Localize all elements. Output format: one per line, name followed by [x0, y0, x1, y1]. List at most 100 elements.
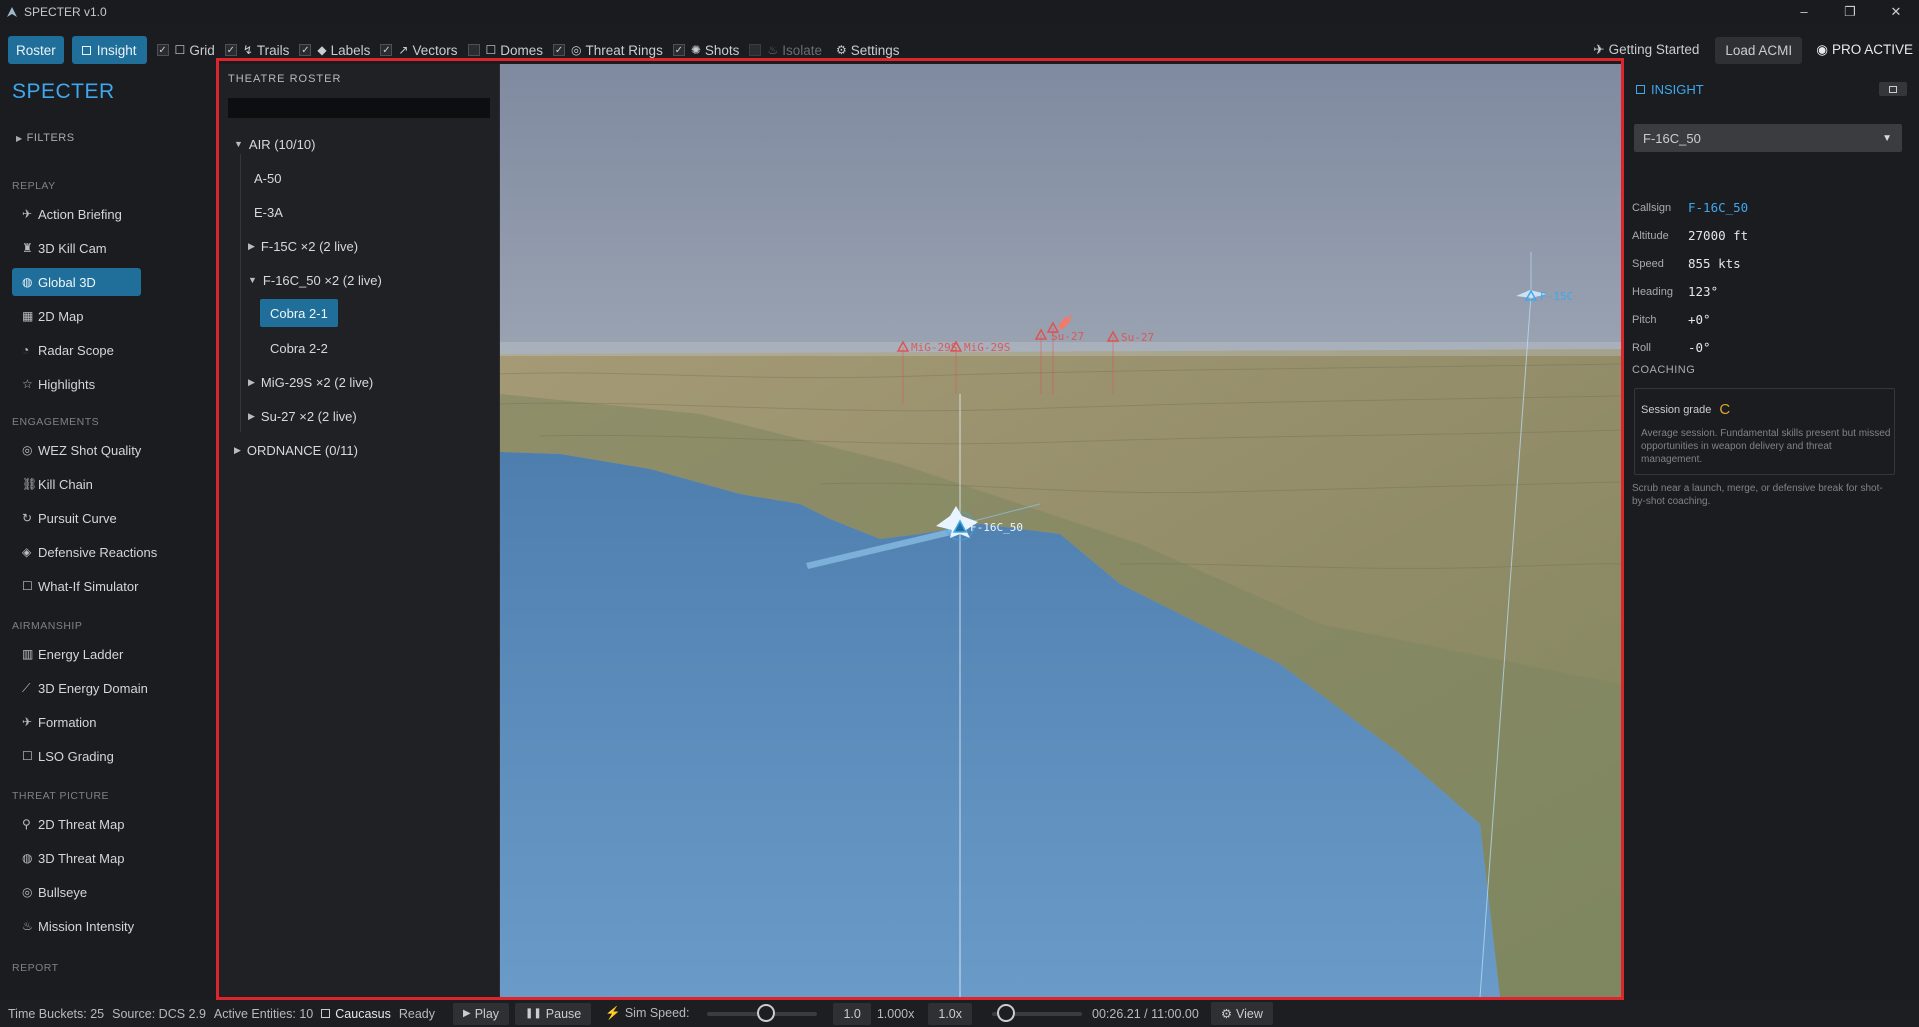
getting-started-link[interactable]: ✈ Getting Started [1593, 42, 1699, 58]
timeline-slider[interactable] [992, 1003, 1083, 1022]
view-button[interactable]: ⚙ View [1210, 1002, 1273, 1025]
roster-group-su27[interactable]: ▶ Su-27 ×2 (2 live) [248, 404, 357, 428]
filters-toggle[interactable]: ▶ FILTERS [16, 132, 75, 144]
maximize-button[interactable]: ❐ [1827, 4, 1873, 20]
nav-3d-energy-domain[interactable]: ⟋ 3D Energy Domain [12, 674, 158, 702]
roster-group-f15c[interactable]: ▶ F-15C ×2 (2 live) [248, 234, 358, 258]
nav-lso-grading[interactable]: ☐ LSO Grading [12, 742, 124, 770]
toggle-trails[interactable]: ✓ ↯ Trails [224, 42, 290, 58]
nav-label: Kill Chain [38, 476, 93, 492]
square-icon: ☐ [22, 579, 33, 593]
play-label: Play [474, 1006, 500, 1021]
settings-button[interactable]: ⚙ Settings [836, 43, 900, 58]
threat-rings-checkbox[interactable]: ✓ [553, 44, 566, 56]
minimize-button[interactable]: – [1781, 4, 1827, 20]
toggle-threat-rings[interactable]: ✓ ◎ Threat Rings [553, 43, 663, 58]
entity-select[interactable]: F-16C_50 ▼ [1634, 124, 1902, 152]
shots-checkbox[interactable]: ✓ [672, 44, 685, 56]
target-icon: ◎ [22, 443, 33, 457]
sim-speed-slider[interactable] [707, 1003, 818, 1022]
window-icon [1889, 85, 1897, 93]
session-grade: Session grade C [1641, 401, 1730, 418]
nav-3d-threat-map[interactable]: ◍ 3D Threat Map [12, 844, 134, 872]
chevron-right-icon: ▶ [16, 134, 23, 143]
toggle-labels-label: Labels [330, 42, 371, 58]
nav-bullseye[interactable]: ◎ Bullseye [12, 878, 97, 906]
trails-checkbox[interactable]: ✓ [224, 44, 237, 56]
grid-checkbox[interactable]: ✓ [156, 44, 169, 56]
coaching-title: COACHING [1632, 364, 1696, 376]
roster-item-a50[interactable]: A-50 [254, 166, 281, 190]
nav-radar-scope[interactable]: ◔ Radar Scope [12, 336, 124, 364]
close-button[interactable]: ✕ [1873, 4, 1919, 20]
shot-icon: ✺ [690, 43, 701, 57]
roster-button[interactable]: Roster [8, 36, 64, 64]
nav-global-3d[interactable]: ◍ Global 3D [12, 268, 141, 296]
vectors-checkbox[interactable]: ✓ [380, 44, 393, 56]
roster-search-input[interactable] [228, 98, 490, 118]
insight-button-label: Insight [96, 42, 137, 58]
nav-defensive-reactions[interactable]: ◈ Defensive Reactions [12, 538, 167, 566]
target-icon: ◎ [22, 885, 33, 899]
nav-2d-map[interactable]: ▦ 2D Map [12, 302, 94, 330]
load-acmi-button[interactable]: Load ACMI [1715, 36, 1803, 64]
roster-item-e3a[interactable]: E-3A [254, 200, 283, 224]
speed-preset-button[interactable]: 1.0x [928, 1002, 973, 1025]
sim-speed: ⚡ Sim Speed: [605, 1006, 689, 1021]
toggle-grid[interactable]: ✓ ☐ Grid [156, 43, 215, 58]
nav-energy-ladder[interactable]: ▥ Energy Ladder [12, 640, 133, 668]
nav-2d-threat-map[interactable]: ⚲ 2D Threat Map [12, 810, 134, 838]
toggle-shots[interactable]: ✓ ✺ Shots [672, 43, 739, 58]
nav-3d-kill-cam[interactable]: ♜ 3D Kill Cam [12, 234, 117, 262]
insight-button[interactable]: Insight [71, 36, 147, 64]
nav-pursuit-curve[interactable]: ↻ Pursuit Curve [12, 504, 127, 532]
nav-label: Defensive Reactions [38, 544, 158, 560]
source-info: Source: DCS 2.9 [112, 1006, 206, 1021]
theatre-roster-panel: THEATRE ROSTER ▼ AIR (10/10) A-50 E-3A ▶ F… [219, 64, 500, 997]
toggle-domes-label: Domes [500, 42, 544, 58]
labels-checkbox[interactable]: ✓ [299, 44, 312, 56]
nav-wez-shot-quality[interactable]: ◎ WEZ Shot Quality [12, 436, 151, 464]
roster-item-cobra-2-2[interactable]: Cobra 2-2 [270, 336, 328, 360]
roster-row-label: ORDNANCE (0/11) [246, 442, 358, 458]
nav-what-if-simulator[interactable]: ☐ What-If Simulator [12, 572, 148, 600]
nav-mission-intensity[interactable]: ♨ Mission Intensity [12, 912, 144, 940]
section-report: REPORT [12, 962, 59, 974]
toggle-trails-label: Trails [256, 42, 290, 58]
slider-knob[interactable] [756, 1003, 775, 1022]
toggle-domes[interactable]: ☐ Domes [467, 42, 544, 58]
roster-group-air[interactable]: ▼ AIR (10/10) [234, 132, 315, 156]
roster-group-ordnance[interactable]: ▶ ORDNANCE (0/11) [234, 438, 358, 462]
toggle-isolate-label: Isolate [782, 42, 822, 58]
toggle-threat-rings-label: Threat Rings [585, 42, 663, 58]
speed-value-input[interactable]: 1.0 [833, 1002, 871, 1025]
panel-collapse-button[interactable] [1879, 82, 1907, 96]
nav-action-briefing[interactable]: ✈ Action Briefing [12, 200, 132, 228]
roster-row-label: Cobra 2-1 [270, 305, 328, 321]
sky [500, 64, 1621, 354]
roster-group-mig29s[interactable]: ▶ MiG-29S ×2 (2 live) [248, 370, 373, 394]
roster-row-label: Su-27 ×2 (2 live) [260, 408, 357, 424]
insight-panel: INSIGHT F-16C_50 ▼ Callsign F-16C_50 Altit… [1624, 64, 1919, 997]
brand-logo: SPECTER [12, 80, 115, 103]
nav-formation[interactable]: ✈ Formation [12, 708, 107, 736]
roster-group-f16c[interactable]: ▼ F-16C_50 ×2 (2 live) [248, 268, 382, 292]
domes-checkbox[interactable] [467, 44, 480, 56]
slider-knob[interactable] [996, 1003, 1015, 1022]
toggle-labels[interactable]: ✓ ◆ Labels [299, 43, 370, 58]
roster-item-cobra-2-1[interactable]: Cobra 2-1 [260, 299, 338, 327]
gear-icon: ⚙ [835, 43, 847, 57]
nav-kill-chain[interactable]: ⛓ Kill Chain [12, 470, 103, 498]
pause-icon: ❚❚ [525, 1008, 542, 1019]
vector-icon: ↗ [398, 43, 409, 57]
nav-label: LSO Grading [38, 748, 114, 764]
play-button[interactable]: ▶ Play [453, 1002, 510, 1025]
globe-3d-viewport[interactable]: MiG-29S MiG-29S Su-27 Su-27 F-15C F-16C_… [500, 64, 1621, 997]
toggle-vectors[interactable]: ✓ ↗ Vectors [380, 43, 458, 58]
plane-icon: ✈ [22, 207, 33, 221]
field-key: Altitude [1632, 229, 1669, 242]
nav-highlights[interactable]: ☆ Highlights [12, 370, 105, 398]
pause-button[interactable]: ❚❚ Pause [515, 1002, 592, 1025]
sim-speed-label: Sim Speed: [624, 1006, 690, 1020]
formation-icon: ✈ [22, 715, 33, 729]
